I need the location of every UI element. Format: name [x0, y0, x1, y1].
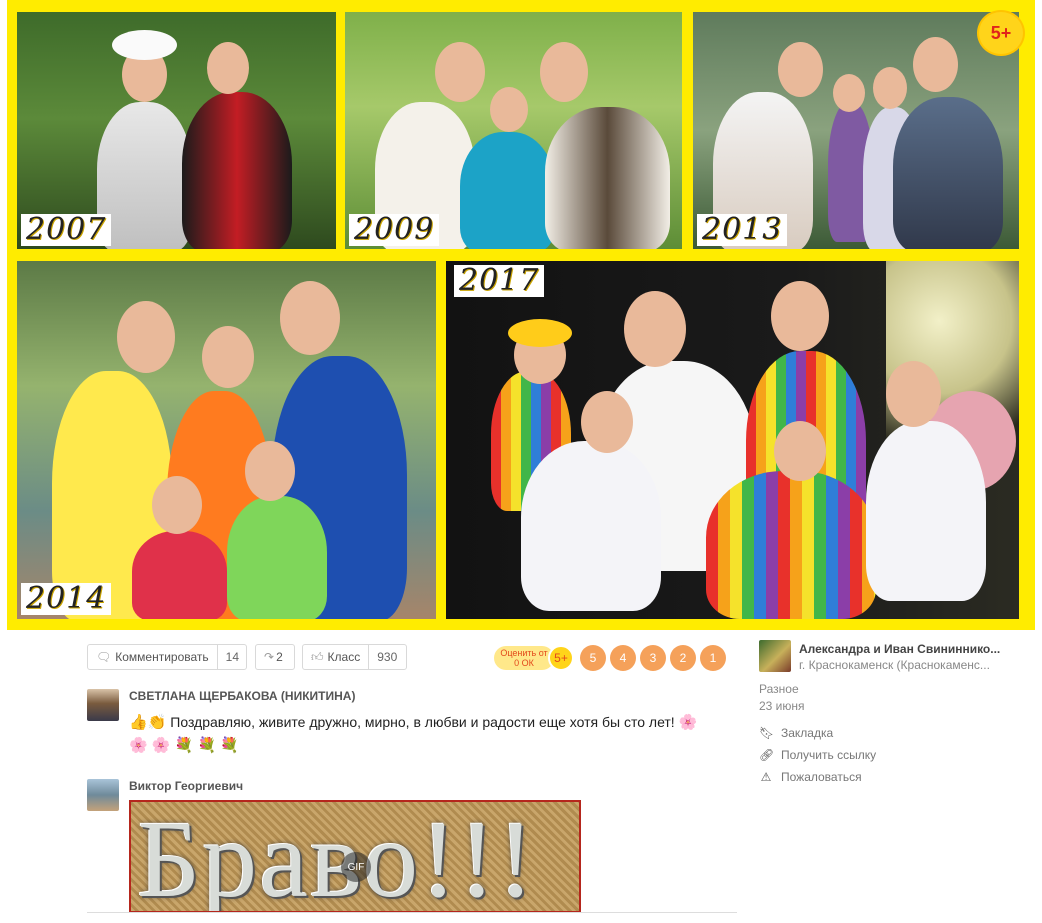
- thumb-up-icon: 👍︎: [311, 649, 324, 664]
- year-label: 2007: [21, 214, 112, 246]
- divider: [87, 912, 737, 913]
- share-count: 2: [276, 650, 283, 664]
- link-icon: 🔗︎: [759, 748, 775, 762]
- report-label: Пожаловаться: [781, 770, 862, 784]
- year-label: 2009: [349, 214, 440, 246]
- like-label: Класс: [327, 650, 361, 664]
- photo-collage[interactable]: 2007 2009 2013 2014 2017 5+: [7, 0, 1035, 630]
- comment-body: Поздравляю, живите дружно, мирно, в любв…: [170, 714, 675, 730]
- rate-1-button[interactable]: 1: [700, 645, 726, 671]
- share-arrow-icon: ↷: [264, 650, 275, 664]
- gif-image[interactable]: Браво!!! GIF: [129, 800, 581, 913]
- rating-widget: Оценить от 0 ОК 5+ 5 4 3 2 1: [494, 645, 726, 671]
- get-link-label: Получить ссылку: [781, 748, 877, 762]
- comment-author[interactable]: Виктор Георгиевич: [129, 779, 243, 793]
- warning-icon: ⚠︎: [760, 770, 772, 784]
- bookmark-icon: 🔖︎: [759, 726, 775, 740]
- emoji: 🌸: [678, 714, 698, 731]
- comment-button[interactable]: 🗨︎ Комментировать 14: [87, 644, 247, 670]
- comment-count: 14: [216, 645, 247, 669]
- photo-2009[interactable]: 2009: [345, 12, 682, 249]
- like-count: 930: [368, 645, 405, 669]
- speech-bubble-icon: 🗨︎: [96, 650, 112, 664]
- year-label: 2017: [454, 265, 545, 297]
- photo-2014[interactable]: 2014: [17, 261, 436, 619]
- emoji: 👍👏: [129, 714, 167, 731]
- photo-2017[interactable]: 2017: [446, 261, 1019, 619]
- rating-label: Оценить от 0 ОК: [494, 646, 554, 670]
- gif-image-text: Браво!!!: [137, 800, 537, 913]
- rate-5-button[interactable]: 5: [580, 645, 606, 671]
- share-button[interactable]: ↷ 2: [255, 644, 295, 670]
- bookmark-label: Закладка: [781, 726, 834, 740]
- avatar[interactable]: [87, 689, 119, 721]
- get-link-link[interactable]: 🔗︎ Получить ссылку: [759, 748, 876, 762]
- avatar[interactable]: [87, 779, 119, 811]
- post-date: 23 июня: [759, 699, 805, 713]
- rate-3-button[interactable]: 3: [640, 645, 666, 671]
- photo-2013[interactable]: 2013: [693, 12, 1019, 249]
- year-label: 2013: [697, 214, 788, 246]
- comment-item: СВЕТЛАНА ЩЕРБАКОВА (НИКИТИНА) 👍👏 Поздрав…: [87, 689, 737, 759]
- comment-author[interactable]: СВЕТЛАНА ЩЕРБАКОВА (НИКИТИНА): [129, 689, 355, 703]
- rate-2-button[interactable]: 2: [670, 645, 696, 671]
- like-button[interactable]: 👍︎ Класс 930: [302, 644, 407, 670]
- comment-label: Комментировать: [115, 650, 209, 664]
- comment-item: Виктор Георгиевич: [87, 779, 737, 811]
- group-avatar[interactable]: [759, 640, 791, 672]
- group-city: г. Краснокаменск (Краснокаменс...: [799, 658, 990, 672]
- bookmark-link[interactable]: 🔖︎ Закладка: [759, 726, 833, 740]
- gif-play-icon[interactable]: GIF: [341, 852, 371, 882]
- year-label: 2014: [21, 583, 112, 615]
- emoji-line: 🌸 🌸 💐 💐 💐: [129, 737, 240, 754]
- rate-5plus-button[interactable]: 5+: [548, 645, 574, 671]
- report-link[interactable]: ⚠︎ Пожаловаться: [759, 770, 862, 784]
- photo-2007[interactable]: 2007: [17, 12, 336, 249]
- group-name-link[interactable]: Александра и Иван Свининнико...: [799, 642, 1009, 656]
- super-rating-badge[interactable]: 5+: [977, 10, 1025, 56]
- category-label[interactable]: Разное: [759, 682, 799, 696]
- comment-text: 👍👏 Поздравляю, живите дружно, мирно, в л…: [129, 711, 729, 757]
- rate-4-button[interactable]: 4: [610, 645, 636, 671]
